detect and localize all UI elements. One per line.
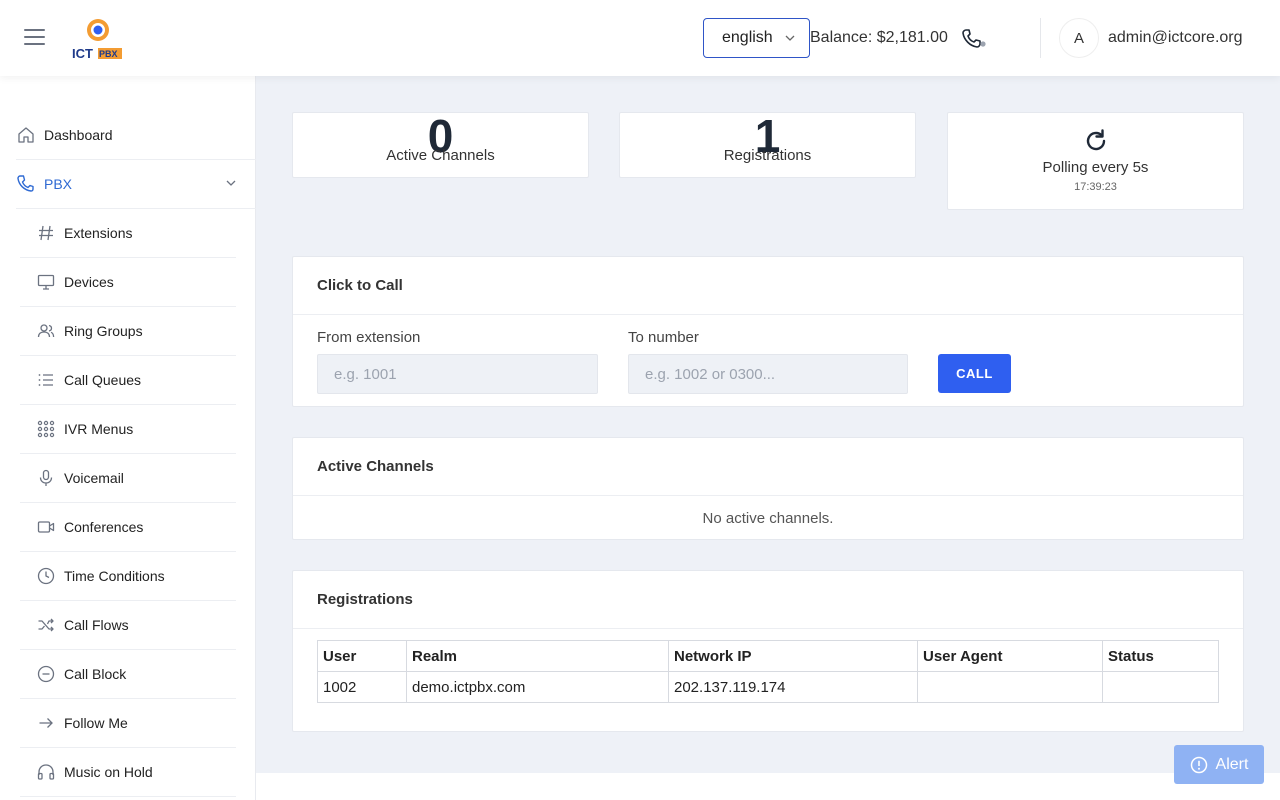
chevron-down-icon [226, 180, 236, 186]
sidebar-item-ring-groups[interactable]: Ring Groups [20, 307, 236, 356]
alert-icon [1190, 756, 1207, 773]
sidebar-item-music-on-hold[interactable]: Music on Hold [20, 748, 236, 797]
sidebar-item-label: Voicemail [64, 470, 124, 486]
polling-time: 17:39:23 [1074, 181, 1117, 193]
sidebar-item-conferences[interactable]: Conferences [20, 503, 236, 552]
sidebar-item-dashboard[interactable]: Dashboard [16, 111, 256, 160]
footer [256, 773, 1280, 800]
sidebar-item-time-conditions[interactable]: Time Conditions [20, 552, 236, 601]
from-extension-input[interactable] [317, 354, 598, 394]
sidebar-item-label: Time Conditions [64, 568, 165, 584]
sidebar-item-voicemail[interactable]: Voicemail [20, 454, 236, 503]
chevron-down-icon [785, 35, 795, 41]
sidebar-item-label: Devices [64, 274, 114, 290]
registrations-table: User Realm Network IP User Agent Status … [317, 640, 1219, 703]
language-select[interactable]: english [703, 18, 810, 58]
clock-icon [37, 567, 55, 585]
column-header: User [317, 640, 407, 672]
sidebar-item-label: Call Flows [64, 617, 129, 633]
registrations-panel: Registrations User Realm Network IP User… [292, 570, 1244, 732]
refresh-icon[interactable] [1082, 127, 1110, 155]
sidebar-item-label: Dashboard [44, 127, 113, 143]
active-channels-panel: Active Channels No active channels. [292, 437, 1244, 540]
panel-divider [293, 495, 1243, 496]
column-header: User Agent [917, 640, 1103, 672]
headphones-icon [37, 764, 55, 780]
header-divider [1040, 18, 1041, 58]
table-row: 1002 demo.ictpbx.com 202.137.119.174 [317, 671, 1219, 703]
sidebar-item-label: Music on Hold [64, 764, 153, 780]
alert-button[interactable]: Alert [1174, 745, 1264, 784]
video-icon [37, 521, 55, 533]
sidebar-item-label: Ring Groups [64, 323, 143, 339]
registrations-stat-label: Registrations [723, 147, 812, 164]
sidebar-item-label: Extensions [64, 225, 133, 241]
language-value: english [722, 29, 773, 46]
users-icon [37, 324, 55, 338]
active-channels-title: Active Channels [317, 458, 434, 475]
user-email[interactable]: admin@ictcore.org [1108, 29, 1243, 47]
menu-icon[interactable] [24, 29, 45, 47]
call-button[interactable]: CALL [938, 354, 1011, 393]
sidebar-item-ivr-menus[interactable]: IVR Menus [20, 405, 236, 454]
table-cell [917, 671, 1103, 703]
column-header: Network IP [668, 640, 918, 672]
svg-text:ICT: ICT [72, 46, 93, 61]
table-header-row: User Realm Network IP User Agent Status [317, 640, 1219, 672]
account-balance: Balance: $2,181.00 [810, 29, 948, 46]
grid-icon [37, 420, 55, 438]
to-number-label: To number [628, 329, 699, 346]
sidebar-item-label: IVR Menus [64, 421, 134, 437]
phone-status-icon[interactable] [961, 27, 987, 51]
hash-icon [39, 225, 53, 241]
column-header: Realm [406, 640, 669, 672]
sidebar-item-label: Call Block [64, 666, 127, 682]
registrations-title: Registrations [317, 591, 413, 608]
active-channels-stat-card: 0 Active Channels [292, 110, 589, 178]
registrations-stat-card: 1 Registrations [619, 110, 916, 178]
table-cell [1102, 671, 1219, 703]
sidebar-item-label: Call Queues [64, 372, 142, 388]
svg-text:PBX: PBX [99, 49, 118, 59]
active-channels-stat-label: Active Channels [386, 147, 495, 164]
sidebar-item-pbx[interactable]: PBX [16, 160, 256, 209]
phone-icon [17, 175, 34, 192]
column-header: Status [1102, 640, 1219, 672]
click-to-call-panel: Click to Call From extension To number C… [292, 256, 1244, 407]
sidebar-item-label: Conferences [64, 519, 144, 535]
sidebar-item-devices[interactable]: Devices [20, 258, 236, 307]
empty-state-text: No active channels. [702, 510, 834, 527]
shuffle-icon [38, 618, 54, 632]
table-cell: 202.137.119.174 [668, 671, 918, 703]
avatar[interactable]: A [1059, 18, 1099, 58]
sidebar-item-extensions[interactable]: Extensions [20, 209, 236, 258]
table-cell: 1002 [317, 671, 407, 703]
sidebar: Dashboard PBX Extensions Devices Ring Gr… [0, 76, 256, 800]
arrow-right-icon [39, 718, 53, 728]
sidebar-item-label: Follow Me [64, 715, 128, 731]
sidebar-item-label: PBX [44, 176, 73, 192]
from-extension-label: From extension [317, 329, 421, 346]
polling-stat-card: Polling every 5s 17:39:23 [947, 112, 1244, 210]
ictpbx-logo[interactable]: ICT PBX [72, 16, 126, 62]
to-number-input[interactable] [628, 354, 908, 394]
alert-label: Alert [1215, 755, 1249, 773]
panel-divider [293, 628, 1243, 629]
minus-circle-icon [37, 665, 55, 683]
list-icon [38, 374, 53, 386]
table-cell: demo.ictpbx.com [406, 671, 669, 703]
monitor-icon [37, 274, 55, 290]
sidebar-item-call-flows[interactable]: Call Flows [20, 601, 236, 650]
polling-label: Polling every 5s [1042, 159, 1149, 176]
panel-divider [293, 314, 1243, 315]
sidebar-item-call-queues[interactable]: Call Queues [20, 356, 236, 405]
home-icon [18, 127, 34, 143]
sidebar-item-call-block[interactable]: Call Block [20, 650, 236, 699]
sidebar-item-follow-me[interactable]: Follow Me [20, 699, 236, 748]
top-header: ICT PBX english Balance: $2,181.00 A adm… [0, 0, 1280, 76]
mic-icon [39, 469, 53, 486]
click-to-call-title: Click to Call [317, 277, 403, 294]
